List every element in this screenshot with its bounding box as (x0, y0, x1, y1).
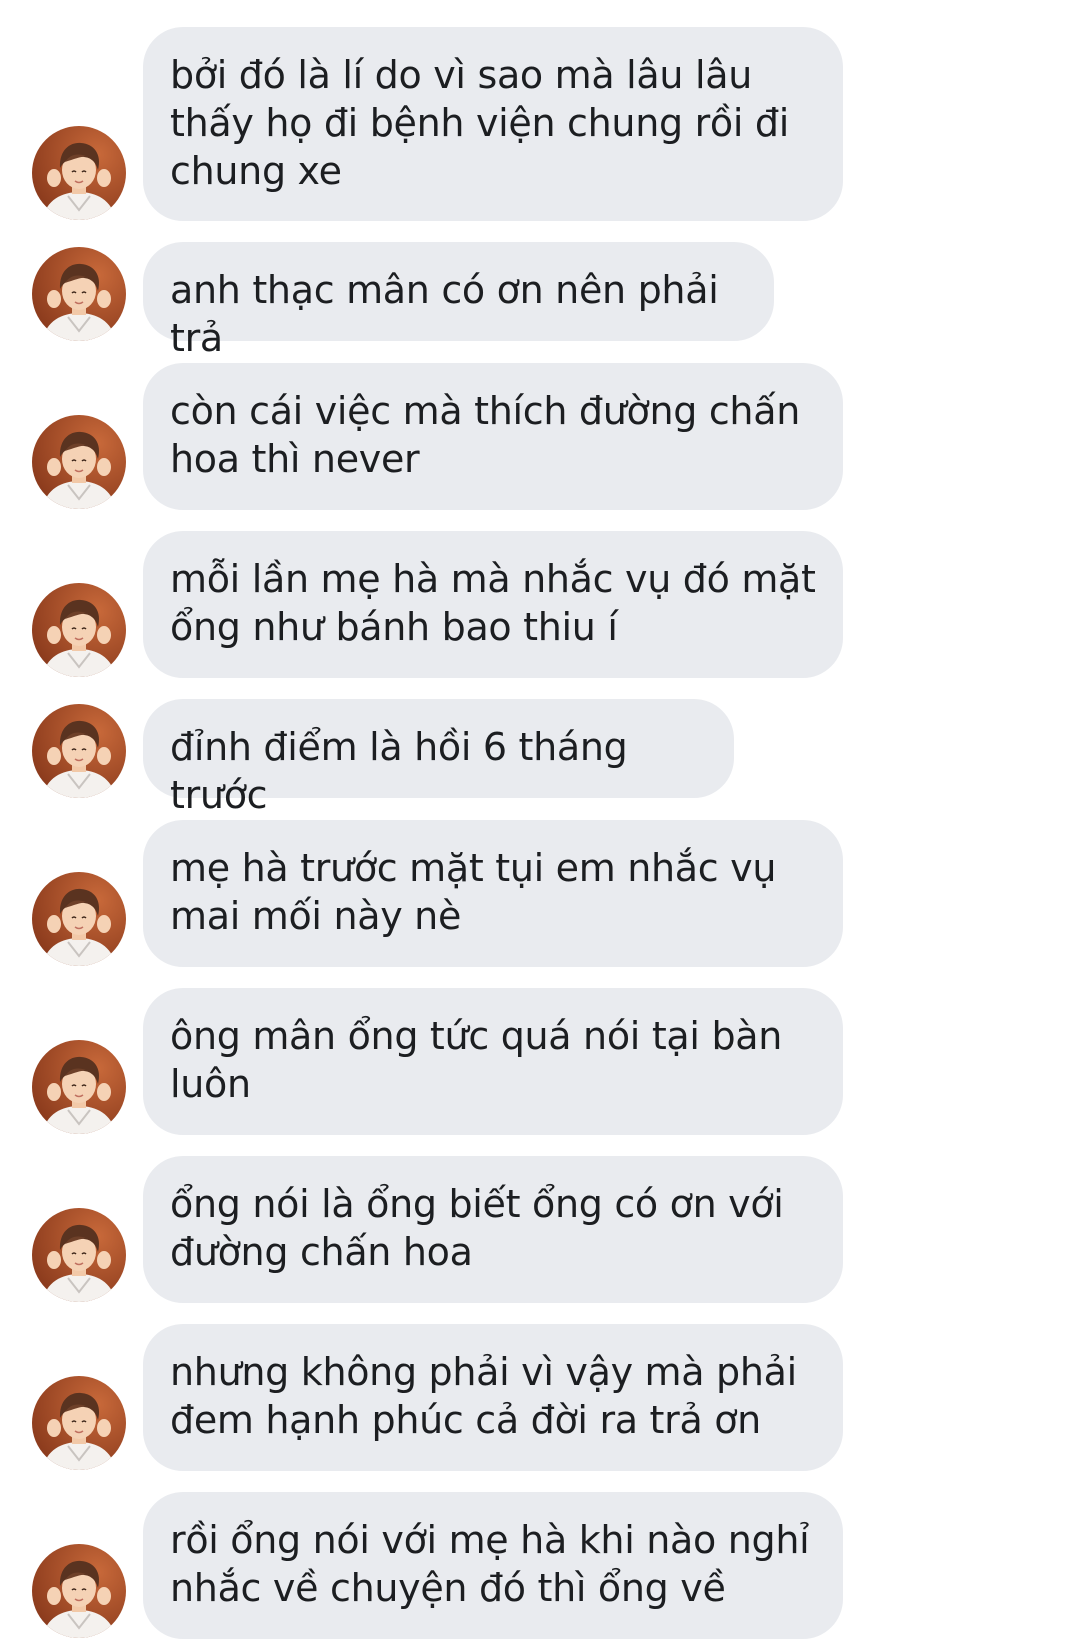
message-text: bởi đó là lí do vì sao mà lâu lâu thấy h… (170, 53, 789, 193)
message-text: rồi ổng nói với mẹ hà khi nào nghỉ nhắc … (170, 1518, 810, 1610)
message-text: còn cái việc mà thích đường chấn hoa thì… (170, 389, 800, 481)
avatar-icon[interactable] (32, 872, 126, 966)
avatar-icon[interactable] (32, 1040, 126, 1134)
message-text: ổng nói là ổng biết ổng có ơn với đường … (170, 1182, 784, 1274)
message-bubble[interactable]: bởi đó là lí do vì sao mà lâu lâu thấy h… (143, 27, 843, 221)
message-text: nhưng không phải vì vậy mà phải đem hạnh… (170, 1350, 797, 1442)
message-bubble[interactable]: còn cái việc mà thích đường chấn hoa thì… (143, 363, 843, 510)
message-bubble[interactable]: mẹ hà trước mặt tụi em nhắc vụ mai mối n… (143, 820, 843, 967)
message-text: đỉnh điểm là hồi 6 tháng trước (170, 725, 628, 817)
message-bubble[interactable]: ổng nói là ổng biết ổng có ơn với đường … (143, 1156, 843, 1303)
message-bubble[interactable]: mỗi lần mẹ hà mà nhắc vụ đó mặt ổng như … (143, 531, 843, 678)
message-bubble[interactable]: ông mân ổng tức quá nói tại bàn luôn (143, 988, 843, 1135)
avatar-icon[interactable] (32, 583, 126, 677)
avatar-icon[interactable] (32, 1208, 126, 1302)
avatar-icon[interactable] (32, 704, 126, 798)
message-bubble[interactable]: anh thạc mân có ơn nên phải trả (143, 242, 774, 360)
avatar-icon[interactable] (32, 415, 126, 509)
avatar-icon[interactable] (32, 1544, 126, 1638)
message-thread: bởi đó là lí do vì sao mà lâu lâu thấy h… (0, 0, 1080, 1649)
message-text: mẹ hà trước mặt tụi em nhắc vụ mai mối n… (170, 846, 777, 938)
avatar-icon[interactable] (32, 247, 126, 341)
message-bubble[interactable]: đỉnh điểm là hồi 6 tháng trước (143, 699, 734, 817)
message-text: ông mân ổng tức quá nói tại bàn luôn (170, 1014, 783, 1106)
message-bubble[interactable]: nhưng không phải vì vậy mà phải đem hạnh… (143, 1324, 843, 1471)
message-text: anh thạc mân có ơn nên phải trả (170, 268, 719, 360)
message-bubble[interactable]: rồi ổng nói với mẹ hà khi nào nghỉ nhắc … (143, 1492, 843, 1639)
avatar-icon[interactable] (32, 126, 126, 220)
message-text: mỗi lần mẹ hà mà nhắc vụ đó mặt ổng như … (170, 557, 816, 649)
avatar-icon[interactable] (32, 1376, 126, 1470)
